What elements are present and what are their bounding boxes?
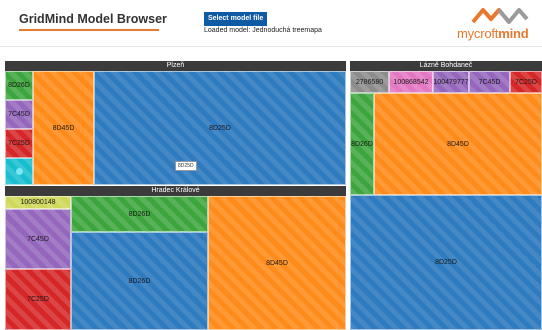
group-header-lazne-bohdanec: Lázně Bohdaneč	[350, 61, 542, 71]
treemap: Plzeň 8D26D 7C45D 7C25D 8D45D 8D25D 8D25…	[0, 58, 542, 330]
cell-plzen-8d26d[interactable]: 8D26D	[5, 71, 33, 100]
mm-wave-logo-icon	[471, 8, 529, 24]
mycroftmind-logo: mycroftmind	[455, 6, 539, 42]
cell-lazne-7c45d[interactable]: 7C45D	[469, 71, 510, 93]
cell-tooltip: 8D25D	[175, 161, 197, 171]
logo-text: mycroftmind	[457, 26, 529, 41]
cell-dot-icon	[15, 168, 23, 175]
cell-lazne-8d26d[interactable]: 8D26D	[350, 93, 374, 195]
cell-lazne-7c25d[interactable]: 7C25D	[510, 71, 542, 93]
cell-hradec-100800148[interactable]: 100800148	[5, 196, 71, 209]
group-header-plzen: Plzeň	[5, 61, 346, 71]
cell-plzen-8d45d[interactable]: 8D45D	[33, 71, 94, 185]
header-divider	[0, 46, 542, 47]
cell-hradec-8d26d-top[interactable]: 8D26D	[71, 196, 208, 232]
cell-plzen-small[interactable]	[5, 158, 33, 185]
select-model-file-button[interactable]: Select model file	[204, 12, 268, 26]
logo-text-mind: mind	[498, 26, 529, 41]
title-underline	[19, 29, 159, 31]
group-header-hradec-kralove: Hradec Králové	[5, 186, 346, 196]
app-title: GridMind Model Browser	[19, 12, 167, 26]
logo-text-mycroft: mycroft	[457, 26, 499, 41]
cell-lazne-2786580[interactable]: 2786580	[350, 71, 389, 93]
cell-lazne-8d45d[interactable]: 8D45D	[374, 93, 542, 195]
cell-8d25d-large[interactable]: 8D25D	[350, 195, 542, 330]
cell-plzen-7c45d[interactable]: 7C45D	[5, 100, 33, 129]
cell-plzen-7c25d[interactable]: 7C25D	[5, 129, 33, 158]
app-header: GridMind Model Browser Select model file…	[0, 0, 542, 46]
cell-plzen-8d25d[interactable]: 8D25D	[94, 71, 346, 185]
cell-hradec-8d26d[interactable]: 8D26D	[71, 232, 208, 330]
cell-lazne-100868542[interactable]: 100868542	[389, 71, 433, 93]
cell-hradec-8d45d[interactable]: 8D45D	[208, 196, 346, 330]
cell-lazne-100479777[interactable]: 100479777	[433, 71, 469, 93]
cell-hradec-7c25d[interactable]: 7C25D	[5, 269, 71, 330]
loaded-model-label: Loaded model: Jednoduchá treemapa	[204, 27, 322, 34]
cell-hradec-7c45d[interactable]: 7C45D	[5, 209, 71, 269]
